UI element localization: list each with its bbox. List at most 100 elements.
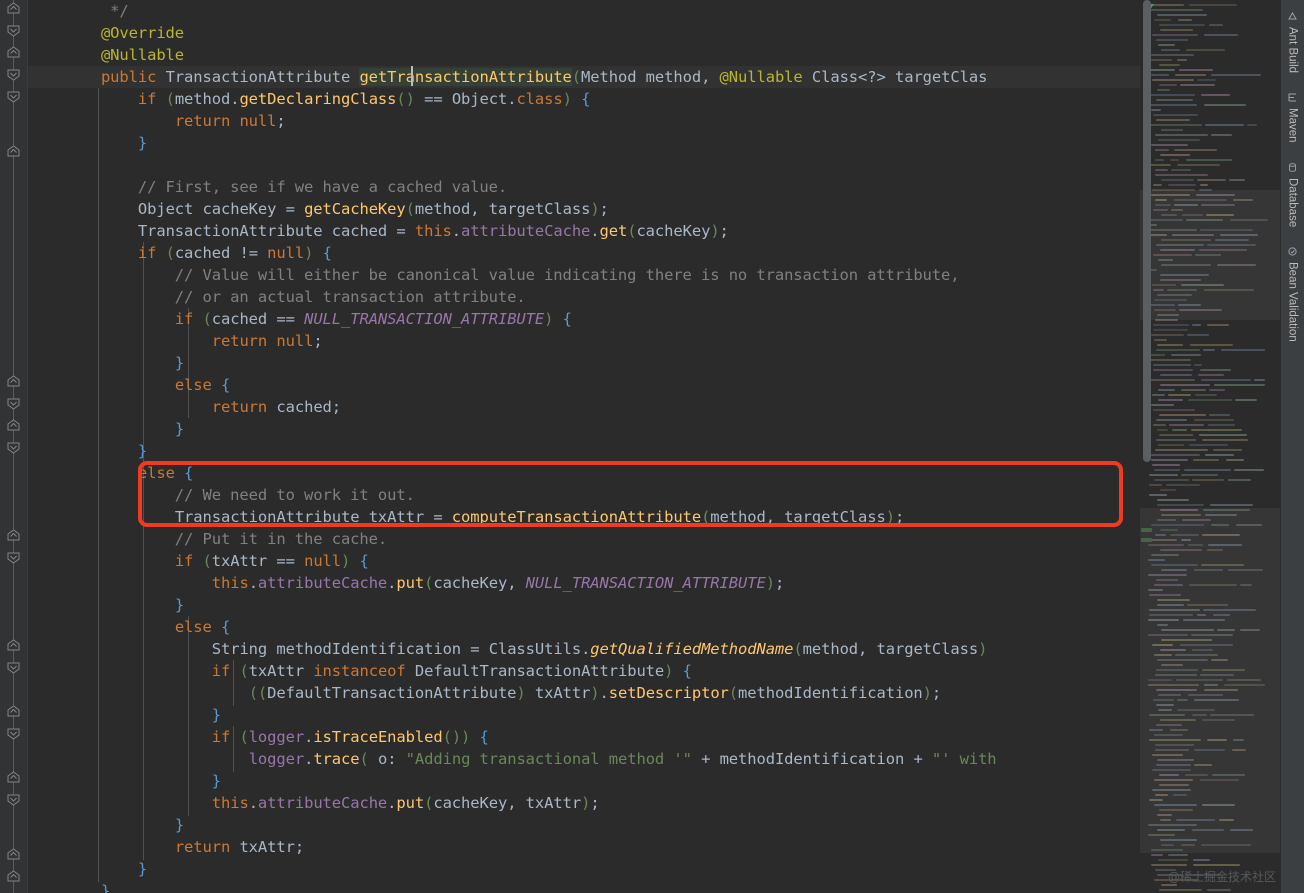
- fold-collapse-icon[interactable]: [6, 529, 21, 542]
- minimap-line: [1198, 374, 1224, 376]
- code-line[interactable]: }: [28, 594, 1140, 616]
- fold-expand-icon[interactable]: [6, 661, 21, 674]
- minimap-line: [1175, 74, 1206, 76]
- fold-expand-icon[interactable]: [6, 793, 21, 806]
- minimap-line: [1153, 324, 1189, 326]
- fold-expand-icon[interactable]: [6, 90, 21, 103]
- partial-bottom-line: [56, 883, 976, 893]
- code-line[interactable]: else {: [28, 374, 1140, 396]
- minimap-line: [1200, 369, 1231, 371]
- fold-expand-icon[interactable]: [6, 441, 21, 454]
- code-line[interactable]: return null;: [28, 110, 1140, 132]
- code-line[interactable]: @Override: [28, 22, 1140, 44]
- minimap-line: [1156, 419, 1187, 421]
- code-line[interactable]: return cached;: [28, 396, 1140, 418]
- stripe-item-bean-validation[interactable]: Bean Validation: [1284, 239, 1302, 354]
- fold-collapse-icon[interactable]: [6, 870, 21, 883]
- minimap-line: [1151, 59, 1172, 61]
- code-line[interactable]: return txAttr;: [28, 836, 1140, 858]
- stripe-item-database[interactable]: Database: [1284, 155, 1302, 239]
- minimap-line: [1153, 184, 1162, 186]
- fold-expand-icon[interactable]: [6, 727, 21, 740]
- code-line[interactable]: public TransactionAttribute getTransacti…: [28, 66, 1140, 88]
- code-line[interactable]: }: [28, 814, 1140, 836]
- right-tool-window-stripe[interactable]: Ant Build Maven Database Bean Validation: [1280, 0, 1304, 893]
- minimap-line: [1180, 84, 1215, 86]
- fold-collapse-icon[interactable]: [6, 46, 21, 59]
- stripe-item-maven[interactable]: Maven: [1284, 85, 1302, 155]
- code-line[interactable]: if (method.getDeclaringClass() == Object…: [28, 88, 1140, 110]
- code-line[interactable]: }: [28, 858, 1140, 880]
- fold-collapse-icon[interactable]: [6, 771, 21, 784]
- code-line[interactable]: this.attributeCache.put(cacheKey, NULL_T…: [28, 572, 1140, 594]
- minimap-line: [1211, 134, 1232, 136]
- code-line[interactable]: }: [28, 352, 1140, 374]
- code-line[interactable]: }: [28, 418, 1140, 440]
- code-line[interactable]: TransactionAttribute cached = this.attri…: [28, 220, 1140, 242]
- code-line[interactable]: if (cached != null) {: [28, 242, 1140, 264]
- code-line[interactable]: // Value will either be canonical value …: [28, 264, 1140, 286]
- scrollbar-thumb[interactable]: [1143, 0, 1151, 462]
- editor-gutter[interactable]: [0, 0, 28, 893]
- minimap-line: [1171, 169, 1191, 171]
- code-line[interactable]: if (logger.isTraceEnabled()) {: [28, 726, 1140, 748]
- minimap-line: [1235, 399, 1257, 401]
- code-line[interactable]: if (cached == NULL_TRANSACTION_ATTRIBUTE…: [28, 308, 1140, 330]
- code-line[interactable]: if (txAttr == null) {: [28, 550, 1140, 572]
- code-line[interactable]: }: [28, 132, 1140, 154]
- fold-collapse-icon[interactable]: [6, 639, 21, 652]
- code-line[interactable]: */: [28, 0, 1140, 22]
- code-line[interactable]: TransactionAttribute txAttr = computeTra…: [28, 506, 1140, 528]
- minimap-line: [1201, 94, 1230, 96]
- fold-collapse-icon[interactable]: [6, 419, 21, 432]
- code-line[interactable]: // or an actual transaction attribute.: [28, 286, 1140, 308]
- minimap-line: [1151, 454, 1200, 456]
- code-line[interactable]: if (txAttr instanceof DefaultTransaction…: [28, 660, 1140, 682]
- minimap-line: [1177, 164, 1220, 166]
- code-line[interactable]: }: [28, 770, 1140, 792]
- fold-expand-icon[interactable]: [6, 68, 21, 81]
- minimap-viewport[interactable]: [1140, 508, 1280, 853]
- minimap-line: [1207, 324, 1229, 326]
- stripe-label: Database: [1287, 178, 1299, 227]
- minimap-line: [1151, 54, 1194, 56]
- code-line[interactable]: Object cacheKey = getCacheKey(method, ta…: [28, 198, 1140, 220]
- code-line[interactable]: else {: [28, 462, 1140, 484]
- fold-collapse-icon[interactable]: [6, 848, 21, 861]
- fold-collapse-icon[interactable]: [6, 2, 21, 15]
- code-line[interactable]: [28, 154, 1140, 176]
- code-line[interactable]: String methodIdentification = ClassUtils…: [28, 638, 1140, 660]
- minimap-line: [1154, 339, 1167, 341]
- code-line[interactable]: ((DefaultTransactionAttribute) txAttr).s…: [28, 682, 1140, 704]
- minimap-line: [1174, 149, 1217, 151]
- code-line[interactable]: this.attributeCache.put(cacheKey, txAttr…: [28, 792, 1140, 814]
- code-line[interactable]: // First, see if we have a cached value.: [28, 176, 1140, 198]
- fold-expand-icon[interactable]: [6, 397, 21, 410]
- stripe-item-ant-build[interactable]: Ant Build: [1284, 4, 1302, 85]
- code-line[interactable]: }: [28, 440, 1140, 462]
- code-line[interactable]: // Put it in the cache.: [28, 528, 1140, 550]
- code-minimap[interactable]: [1140, 0, 1280, 893]
- code-line[interactable]: // We need to work it out.: [28, 484, 1140, 506]
- editor-scrollbar[interactable]: [1140, 0, 1154, 893]
- minimap-line: [1149, 124, 1202, 126]
- fold-collapse-icon[interactable]: [6, 145, 21, 158]
- minimap-viewport[interactable]: [1140, 190, 1280, 320]
- code-line[interactable]: else {: [28, 616, 1140, 638]
- fold-collapse-icon[interactable]: [6, 705, 21, 718]
- database-icon: [1288, 163, 1297, 172]
- minimap-line: [1166, 484, 1200, 486]
- fold-expand-icon[interactable]: [6, 24, 21, 37]
- change-marker: [1141, 538, 1152, 542]
- code-line[interactable]: }: [28, 704, 1140, 726]
- minimap-line: [1192, 324, 1201, 326]
- code-line[interactable]: return null;: [28, 330, 1140, 352]
- code-line[interactable]: logger.trace( o: "Adding transactional m…: [28, 748, 1140, 770]
- minimap-line: [1181, 474, 1218, 476]
- fold-expand-icon[interactable]: [6, 551, 21, 564]
- fold-collapse-icon[interactable]: [6, 375, 21, 388]
- minimap-line: [1234, 469, 1264, 471]
- code-line[interactable]: @Nullable: [28, 44, 1140, 66]
- code-surface[interactable]: */ @Override @Nullable public Transactio…: [28, 0, 1140, 893]
- code-editor[interactable]: */ @Override @Nullable public Transactio…: [28, 0, 1140, 893]
